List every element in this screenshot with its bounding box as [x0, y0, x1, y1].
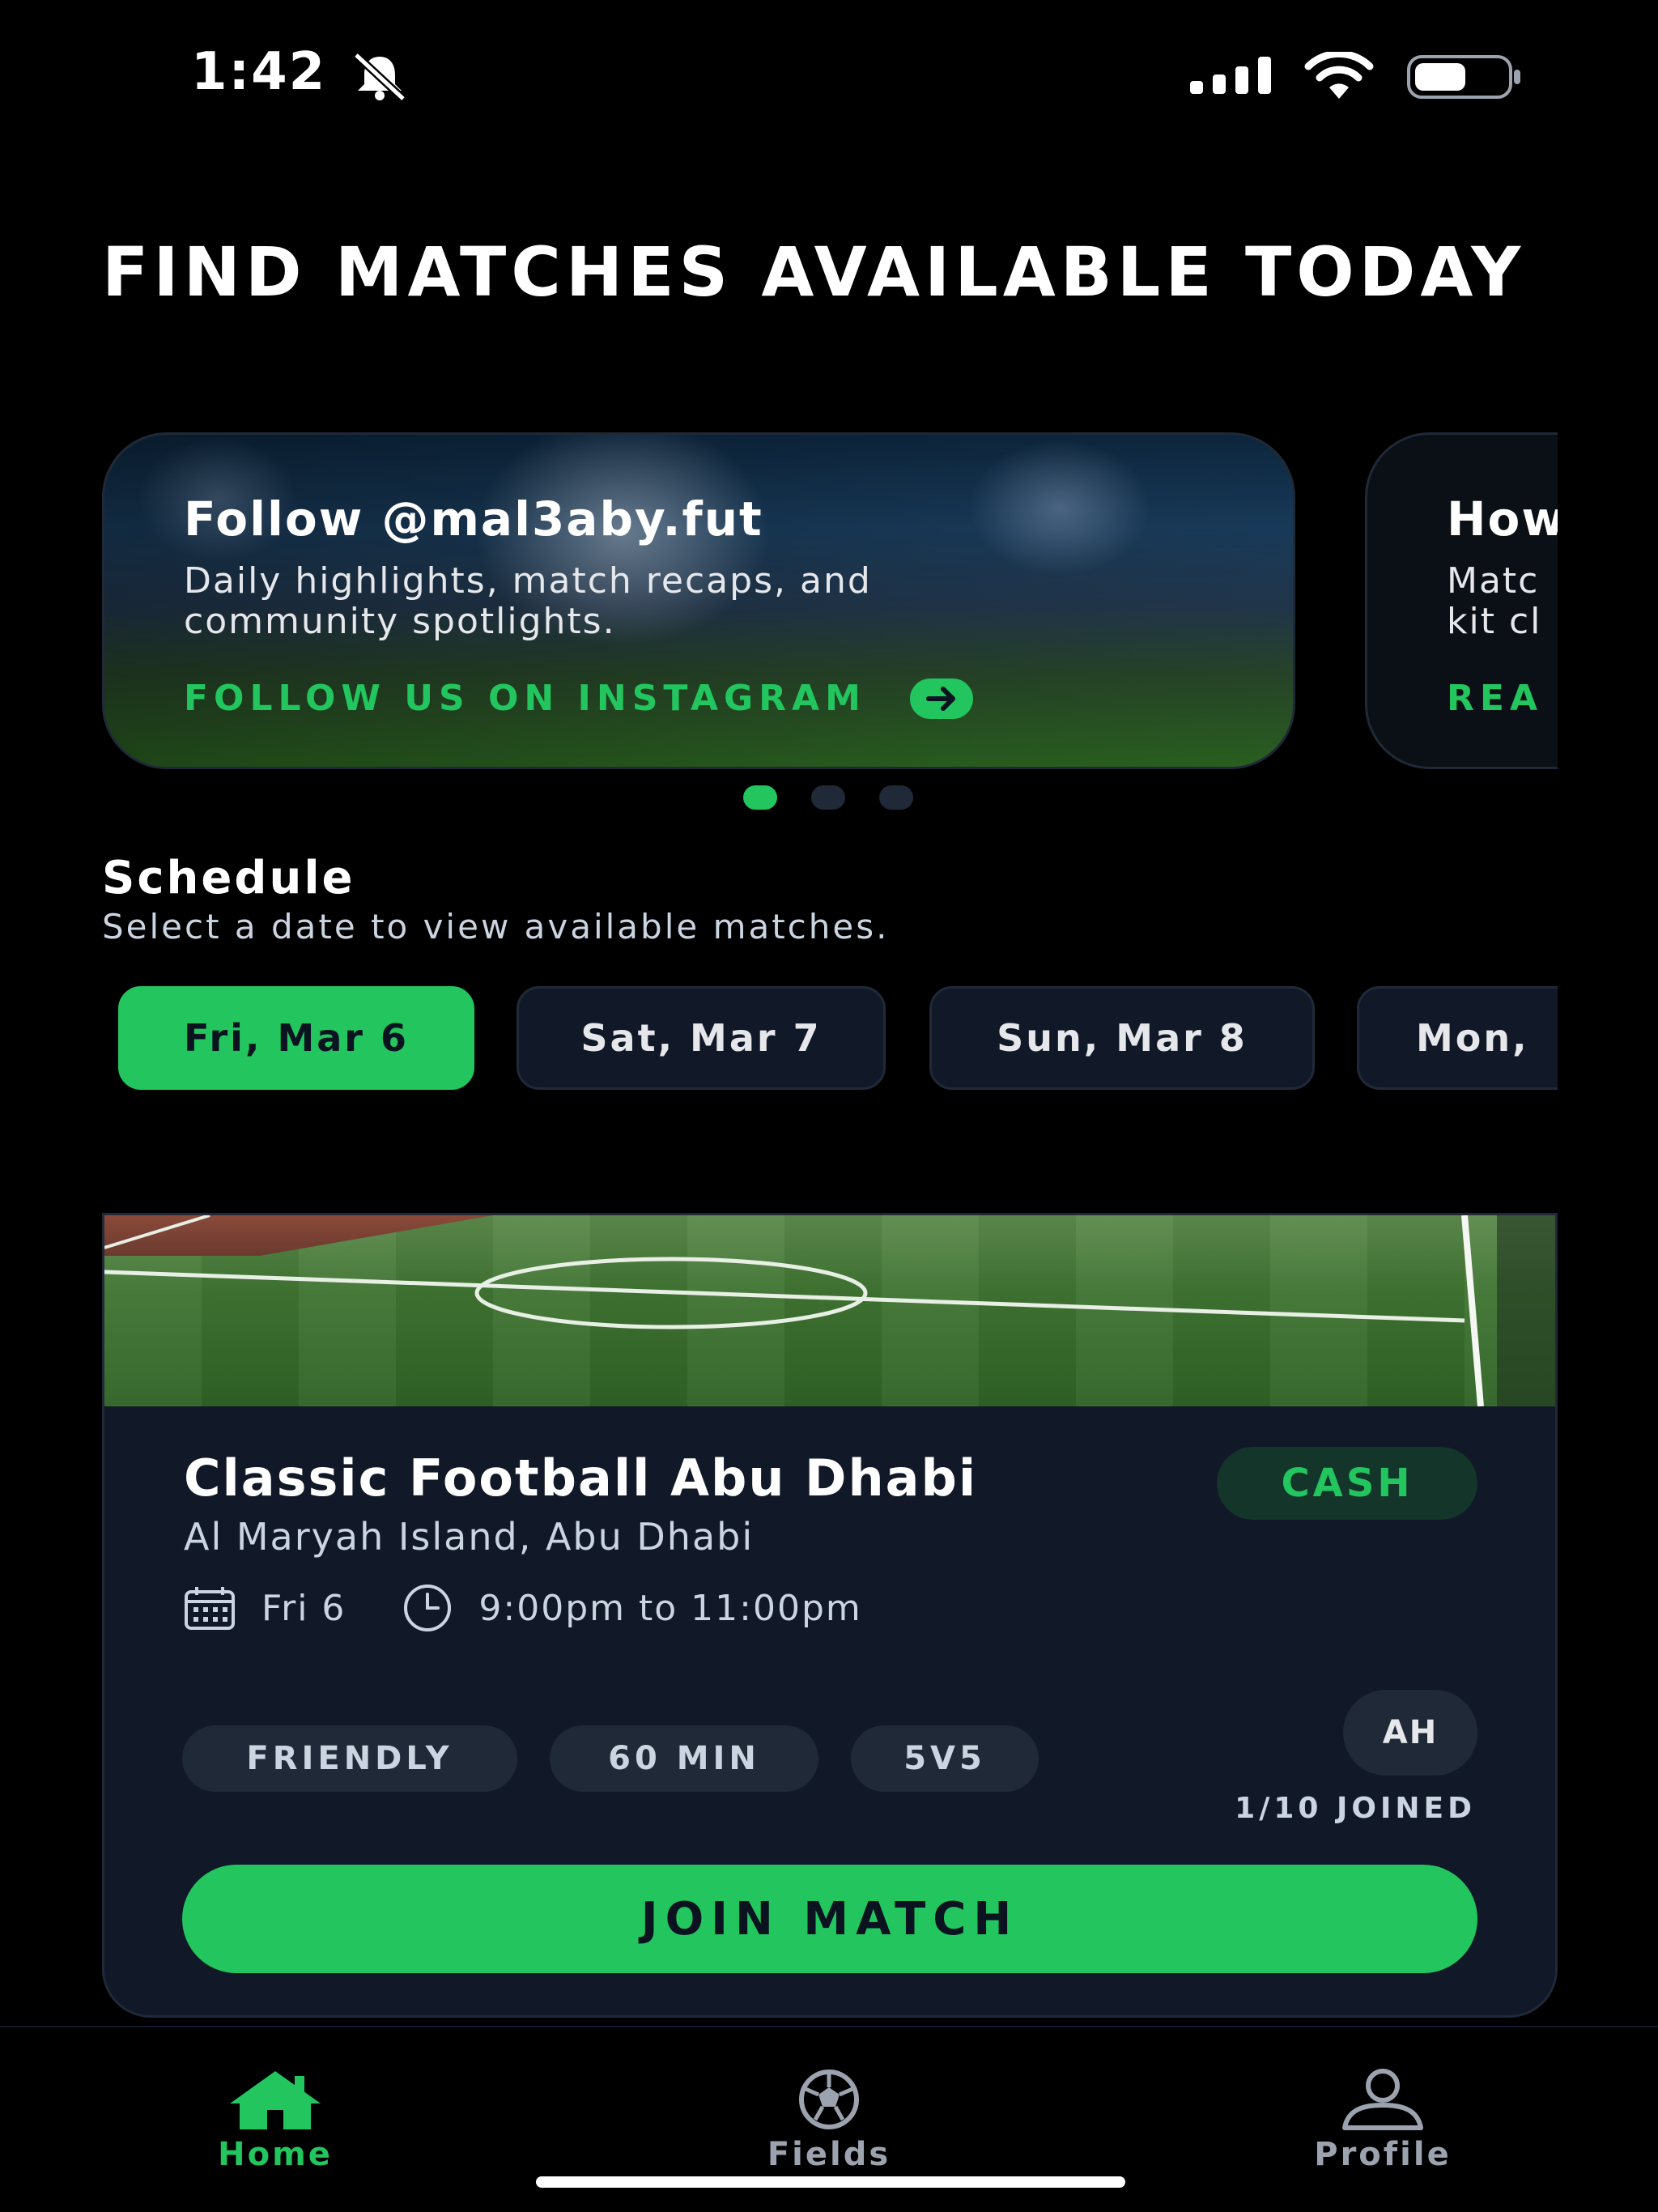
carousel-dot[interactable] — [879, 785, 913, 810]
promo-carousel[interactable]: Follow @mal3aby.fut Daily highlights, ma… — [102, 432, 1558, 772]
avatar: AH — [1343, 1690, 1477, 1776]
date-pill-selected[interactable]: Fri, Mar 6 — [118, 986, 474, 1090]
promo-cta-link[interactable]: REA — [1447, 678, 1543, 719]
carousel-dot[interactable] — [743, 785, 777, 810]
promo-cta-link[interactable]: FOLLOW US ON INSTAGRAM — [184, 678, 973, 719]
home-icon — [230, 2071, 321, 2129]
match-location: Al Maryah Island, Abu Dhabi — [184, 1515, 755, 1559]
promo-cta-label: REA — [1447, 678, 1543, 719]
promo-title: How — [1447, 491, 1558, 547]
promo-description: Daily highlights, match recaps, and comm… — [184, 560, 872, 642]
tag-format: 5V5 — [851, 1725, 1039, 1792]
nav-item-profile[interactable]: Profile — [1261, 2068, 1504, 2173]
nav-item-home[interactable]: Home — [154, 2068, 397, 2173]
nav-label: Home — [218, 2136, 333, 2173]
tag-duration: 60 MIN — [550, 1725, 818, 1792]
match-details: Classic Football Abu Dhabi Al Maryah Isl… — [104, 1406, 1555, 2015]
nav-label: Profile — [1314, 2136, 1452, 2173]
promo-description: Matc kit cl — [1447, 560, 1542, 642]
date-selector[interactable]: Fri, Mar 6 Sat, Mar 7 Sun, Mar 8 Mon, — [102, 986, 1558, 1091]
joined-count: 1/10 JOINED — [1235, 1792, 1476, 1825]
match-date: Fri 6 — [261, 1587, 346, 1629]
battery-icon — [1407, 55, 1520, 99]
status-bar: 1:42 — [0, 0, 1658, 154]
status-time: 1:42 — [191, 42, 327, 102]
signal-icon — [1190, 57, 1271, 94]
join-match-button[interactable]: JOIN MATCH — [182, 1865, 1477, 1973]
date-pill[interactable]: Sun, Mar 8 — [929, 986, 1315, 1090]
field-image — [104, 1215, 1555, 1406]
carousel-pagination — [743, 785, 913, 810]
date-pill[interactable]: Sat, Mar 7 — [517, 986, 886, 1090]
soccer-ball-icon — [799, 2069, 859, 2129]
carousel-dot[interactable] — [811, 785, 845, 810]
promo-title: Follow @mal3aby.fut — [184, 491, 763, 547]
wifi-icon — [1304, 52, 1374, 99]
arrow-right-icon — [909, 678, 973, 719]
match-card[interactable]: Classic Football Abu Dhabi Al Maryah Isl… — [102, 1213, 1558, 2018]
schedule-title: Schedule — [102, 852, 355, 904]
nav-item-fields[interactable]: Fields — [708, 2068, 950, 2173]
page-title: FIND MATCHES AVAILABLE TODAY — [102, 232, 1526, 312]
promo-card-secondary[interactable]: How Matc kit cl REA — [1365, 432, 1558, 769]
pitch-lines — [104, 1215, 1555, 1406]
match-schedule: Fri 6 9:00pm to 11:00pm — [184, 1583, 862, 1633]
tag-match-type: FRIENDLY — [182, 1725, 517, 1792]
match-title: Classic Football Abu Dhabi — [184, 1448, 978, 1508]
bell-muted-icon — [353, 52, 406, 100]
person-icon — [1342, 2069, 1423, 2130]
schedule-subtitle: Select a date to view available matches. — [102, 907, 890, 946]
home-indicator — [536, 2176, 1125, 2188]
nav-label: Fields — [767, 2136, 891, 2173]
date-pill[interactable]: Mon, — [1357, 986, 1558, 1090]
promo-card-instagram[interactable]: Follow @mal3aby.fut Daily highlights, ma… — [102, 432, 1295, 769]
match-tags: FRIENDLY 60 MIN 5V5 — [182, 1725, 1039, 1792]
clock-icon — [404, 1585, 452, 1631]
promo-cta-label: FOLLOW US ON INSTAGRAM — [184, 678, 866, 719]
calendar-icon — [185, 1587, 235, 1630]
payment-badge: CASH — [1217, 1447, 1477, 1520]
match-time: 9:00pm to 11:00pm — [478, 1587, 862, 1629]
